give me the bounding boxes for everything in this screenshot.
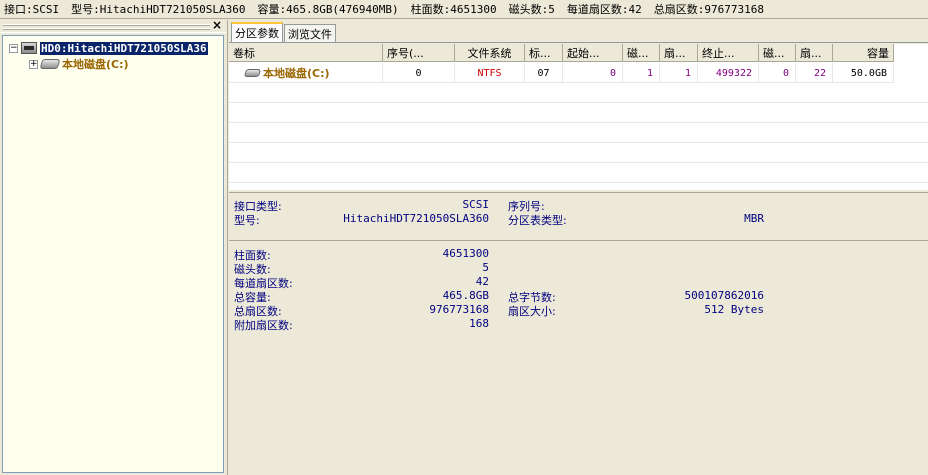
model-info: 型号:HitachiHDT721050SLA360 <box>71 3 246 16</box>
heads-info: 磁头数:5 <box>508 3 555 16</box>
total-capacity-value: 465.8GB <box>442 289 489 302</box>
volume-label[interactable]: 本地磁盘(C:) <box>62 56 129 72</box>
total-bytes-value: 500107862016 <box>684 289 764 302</box>
interface-type-label: 接口类型: <box>234 200 282 213</box>
partition-table-type-label: 分区表类型: <box>508 214 567 227</box>
sector-size-value: 512 Bytes <box>704 303 764 316</box>
cell-end-sector: 22 <box>796 63 833 83</box>
disk-tree: − HD0:HitachiHDT721050SLA36 + 本地磁盘(C:) <box>2 35 224 473</box>
sectors-per-track-value: 42 <box>475 275 489 288</box>
table-header: 卷标 序号(... 文件系统 标... 起始... 磁... 扇... 终止..… <box>229 44 894 62</box>
drive-icon <box>39 59 61 69</box>
heads-value: 5 <box>482 261 489 274</box>
pane-grip <box>3 24 210 26</box>
cylinders-label: 柱面数: <box>234 249 271 262</box>
disk-label[interactable]: HD0:HitachiHDT721050SLA36 <box>40 41 208 55</box>
extra-sectors-value: 168 <box>469 317 489 330</box>
total-sectors-info: 总扇区数:976773168 <box>653 3 765 16</box>
pane-title-bar[interactable]: × <box>0 18 226 33</box>
tab-content: 卷标 序号(... 文件系统 标... 起始... 磁... 扇... 终止..… <box>229 42 928 475</box>
disk-info-bar: 接口:SCSI 型号:HitachiHDT721050SLA360 容量:465… <box>0 0 928 19</box>
tree-node-disk[interactable]: − HD0:HitachiHDT721050SLA36 <box>9 40 208 56</box>
sectors-per-track-info: 每道扇区数:42 <box>566 3 642 16</box>
column-header-end-cylinder[interactable]: 终止... <box>698 44 759 62</box>
column-header-start-head[interactable]: 磁... <box>623 44 660 62</box>
total-capacity-label: 总容量: <box>234 291 271 304</box>
empty-row <box>229 103 928 123</box>
cell-end-head: 0 <box>759 63 796 83</box>
cell-id: 07 <box>525 63 563 83</box>
tab-strip: 分区参数 浏览文件 <box>231 22 337 43</box>
disk-geometry-panel: 柱面数: 4651300 磁头数: 5 每道扇区数: 42 总容量: 465.8… <box>229 240 928 475</box>
collapse-icon[interactable]: − <box>9 43 18 53</box>
column-header-index[interactable]: 序号(... <box>383 44 455 62</box>
serial-value <box>609 198 764 212</box>
interface-type-value: SCSI <box>462 198 490 211</box>
sector-size-label: 扇区大小: <box>508 305 556 318</box>
partition-table-type-value: MBR <box>744 212 764 225</box>
disk-tree-pane: × − HD0:HitachiHDT721050SLA36 + 本地磁盘(C:) <box>0 18 226 475</box>
hard-disk-icon <box>21 42 37 54</box>
column-header-start-cylinder[interactable]: 起始... <box>563 44 623 62</box>
tab-browse-files[interactable]: 浏览文件 <box>284 24 336 42</box>
model-value: HitachiHDT721050SLA360 <box>343 212 489 225</box>
disk-identity-panel: 接口类型: SCSI 型号: HitachiHDT721050SLA360 序列… <box>229 192 928 240</box>
column-header-filesystem[interactable]: 文件系统 <box>455 44 525 62</box>
tab-partition-params[interactable]: 分区参数 <box>231 22 283 42</box>
heads-label: 磁头数: <box>234 263 271 276</box>
cell-capacity: 50.0GB <box>833 63 894 83</box>
cell-start-head: 1 <box>623 63 660 83</box>
pane-grip <box>3 28 210 30</box>
cylinders-value: 4651300 <box>442 247 489 260</box>
cell-start-cylinder: 0 <box>563 63 623 83</box>
expand-icon[interactable]: + <box>29 59 38 69</box>
extra-sectors-label: 附加扇区数: <box>234 319 293 332</box>
column-header-id[interactable]: 标... <box>525 44 563 62</box>
drive-icon <box>243 69 262 77</box>
total-bytes-label: 总字节数: <box>508 291 556 304</box>
empty-row <box>229 123 928 143</box>
main-pane: 分区参数 浏览文件 卷标 序号(... 文件系统 标... 起始... 磁...… <box>227 20 928 475</box>
column-header-end-sector[interactable]: 扇... <box>796 44 833 62</box>
cylinders-info: 柱面数:4651300 <box>410 3 497 16</box>
interface-info: 接口:SCSI <box>4 3 60 16</box>
total-sectors-value: 976773168 <box>429 303 489 316</box>
total-sectors-label: 总扇区数: <box>234 305 282 318</box>
close-pane-icon[interactable]: × <box>212 18 222 32</box>
column-header-end-head[interactable]: 磁... <box>759 44 796 62</box>
cell-start-sector: 1 <box>660 63 698 83</box>
sectors-per-track-label: 每道扇区数: <box>234 277 293 290</box>
empty-row <box>229 143 928 163</box>
partition-table: 卷标 序号(... 文件系统 标... 起始... 磁... 扇... 终止..… <box>229 44 928 190</box>
column-header-start-sector[interactable]: 扇... <box>660 44 698 62</box>
column-header-capacity[interactable]: 容量 <box>833 44 894 62</box>
empty-row <box>229 83 928 103</box>
column-header-volume[interactable]: 卷标 <box>229 44 383 62</box>
model-label: 型号: <box>234 214 260 227</box>
cell-end-cylinder: 499322 <box>698 63 759 83</box>
tree-node-volume[interactable]: + 本地磁盘(C:) <box>29 56 129 72</box>
cell-volume: 本地磁盘(C:) <box>229 63 383 83</box>
serial-label: 序列号: <box>508 200 545 213</box>
cell-filesystem: NTFS <box>455 63 525 83</box>
table-row[interactable]: 本地磁盘(C:) 0 NTFS 07 0 1 1 499322 0 22 50.… <box>229 63 894 83</box>
cell-index: 0 <box>383 63 455 83</box>
cell-volume-label: 本地磁盘(C:) <box>263 67 330 80</box>
empty-row <box>229 163 928 183</box>
capacity-info: 容量:465.8GB(476940MB) <box>257 3 399 16</box>
